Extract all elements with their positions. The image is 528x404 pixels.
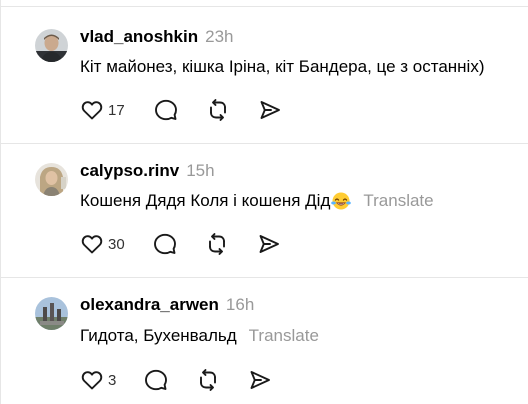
action-bar: 17 (80, 97, 282, 123)
face-with-tears-of-joy-emoji (331, 192, 352, 210)
avatar[interactable] (35, 297, 68, 330)
comment-icon (153, 233, 176, 255)
post-text-content: Гидота, Бухенвальд (80, 326, 237, 345)
avatar[interactable] (35, 29, 68, 62)
username[interactable]: olexandra_arwen (80, 295, 219, 315)
comment-icon (145, 369, 168, 391)
share-button[interactable] (258, 97, 282, 123)
post-item: olexandra_arwen 16h Гидота, Бухенвальд T… (1, 278, 528, 404)
share-button[interactable] (257, 231, 281, 257)
timestamp[interactable]: 23h (205, 27, 233, 47)
repost-icon (208, 233, 225, 255)
post-text: Гидота, Бухенвальд Translate (80, 325, 319, 347)
comment-button[interactable] (154, 97, 178, 123)
post-text: Кіт майонез, кішка Іріна, кіт Бандера, ц… (80, 56, 485, 78)
like-button[interactable]: 17 (80, 97, 125, 123)
post-header: calypso.rinv 15h (80, 161, 215, 183)
like-count: 3 (108, 371, 117, 389)
action-bar: 3 (80, 367, 272, 393)
heart-icon (81, 371, 103, 390)
comment-icon (154, 99, 177, 121)
share-icon (260, 101, 280, 119)
share-button[interactable] (248, 367, 272, 393)
timestamp[interactable]: 16h (226, 295, 254, 315)
repost-icon (200, 369, 217, 391)
comment-button[interactable] (144, 367, 168, 393)
translate-link[interactable]: Translate (249, 326, 319, 346)
post-text: Кошеня Дядя Коля і кошеня Дід Translate (80, 190, 434, 212)
repost-button[interactable] (196, 367, 220, 393)
like-button[interactable]: 3 (80, 367, 116, 393)
like-count: 17 (108, 101, 125, 119)
username[interactable]: calypso.rinv (80, 161, 179, 181)
post-text-content: Кошеня Дядя Коля і кошеня Дід (80, 191, 331, 210)
translate-link[interactable]: Translate (363, 191, 433, 211)
avatar[interactable] (35, 163, 68, 196)
thread-feed: vlad_anoshkin 23h Кіт майонез, кішка Ірі… (0, 0, 528, 404)
heart-icon (81, 235, 103, 254)
repost-button[interactable] (205, 231, 229, 257)
post-item: vlad_anoshkin 23h Кіт майонез, кішка Ірі… (1, 0, 528, 144)
post-header: vlad_anoshkin 23h (80, 27, 233, 49)
like-button[interactable]: 30 (80, 231, 125, 257)
like-count: 30 (108, 235, 125, 253)
share-icon (250, 371, 271, 389)
timestamp[interactable]: 15h (186, 161, 214, 181)
repost-icon (209, 99, 226, 121)
comment-button[interactable] (153, 231, 177, 257)
post-header: olexandra_arwen 16h (80, 295, 254, 317)
share-icon (259, 235, 279, 253)
heart-icon (81, 101, 103, 120)
repost-button[interactable] (206, 97, 230, 123)
username[interactable]: vlad_anoshkin (80, 27, 198, 47)
post-item: calypso.rinv 15h Кошеня Дядя Коля і коше… (1, 144, 528, 278)
action-bar: 30 (80, 231, 281, 257)
post-text-content: Кіт майонез, кішка Іріна, кіт Бандера, ц… (80, 57, 485, 76)
